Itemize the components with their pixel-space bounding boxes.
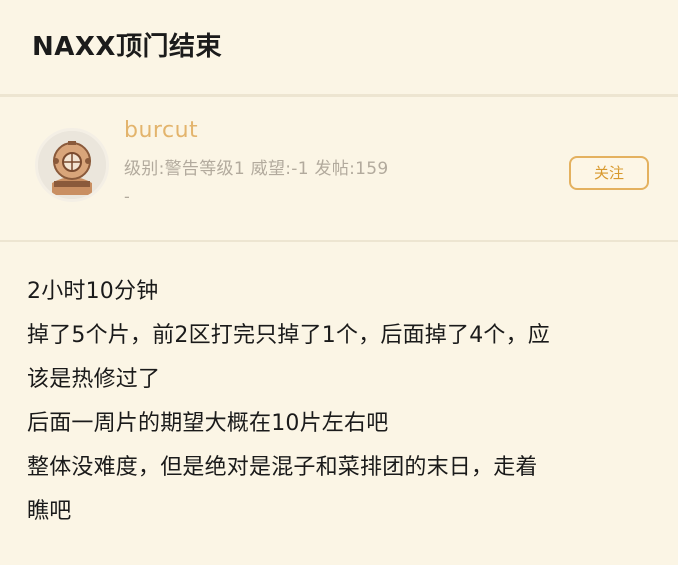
follow-button[interactable]: 关注 [569,156,649,190]
author-panel: burcut 级别:警告等级1 威望:-1 发帖:159 - 关注 [0,97,678,241]
diver-helmet-icon [38,131,106,199]
post-line: 整体没难度，但是绝对是混子和菜排团的末日，走着 [27,455,538,480]
author-meta: 级别:警告等级1 威望:-1 发帖:159 [124,159,389,179]
post-line: 2小时10分钟 [27,279,159,304]
thread-title: NAXX顶门结束 [32,32,222,62]
post-line: 该是热修过了 [27,367,161,392]
author-username[interactable]: burcut [124,118,198,143]
content-divider [0,240,678,242]
post-body: 2小时10分钟 掉了5个片，前2区打完只掉了1个，后面掉了4个，应 该是热修过了… [27,270,657,534]
author-meta-extra: - [124,187,130,206]
post-line: 后面一周片的期望大概在10片左右吧 [27,411,389,436]
thread-header: NAXX顶门结束 [0,0,678,92]
post-line: 瞧吧 [27,499,72,524]
post-line: 掉了5个片，前2区打完只掉了1个，后面掉了4个，应 [27,323,550,348]
avatar[interactable] [35,128,109,202]
